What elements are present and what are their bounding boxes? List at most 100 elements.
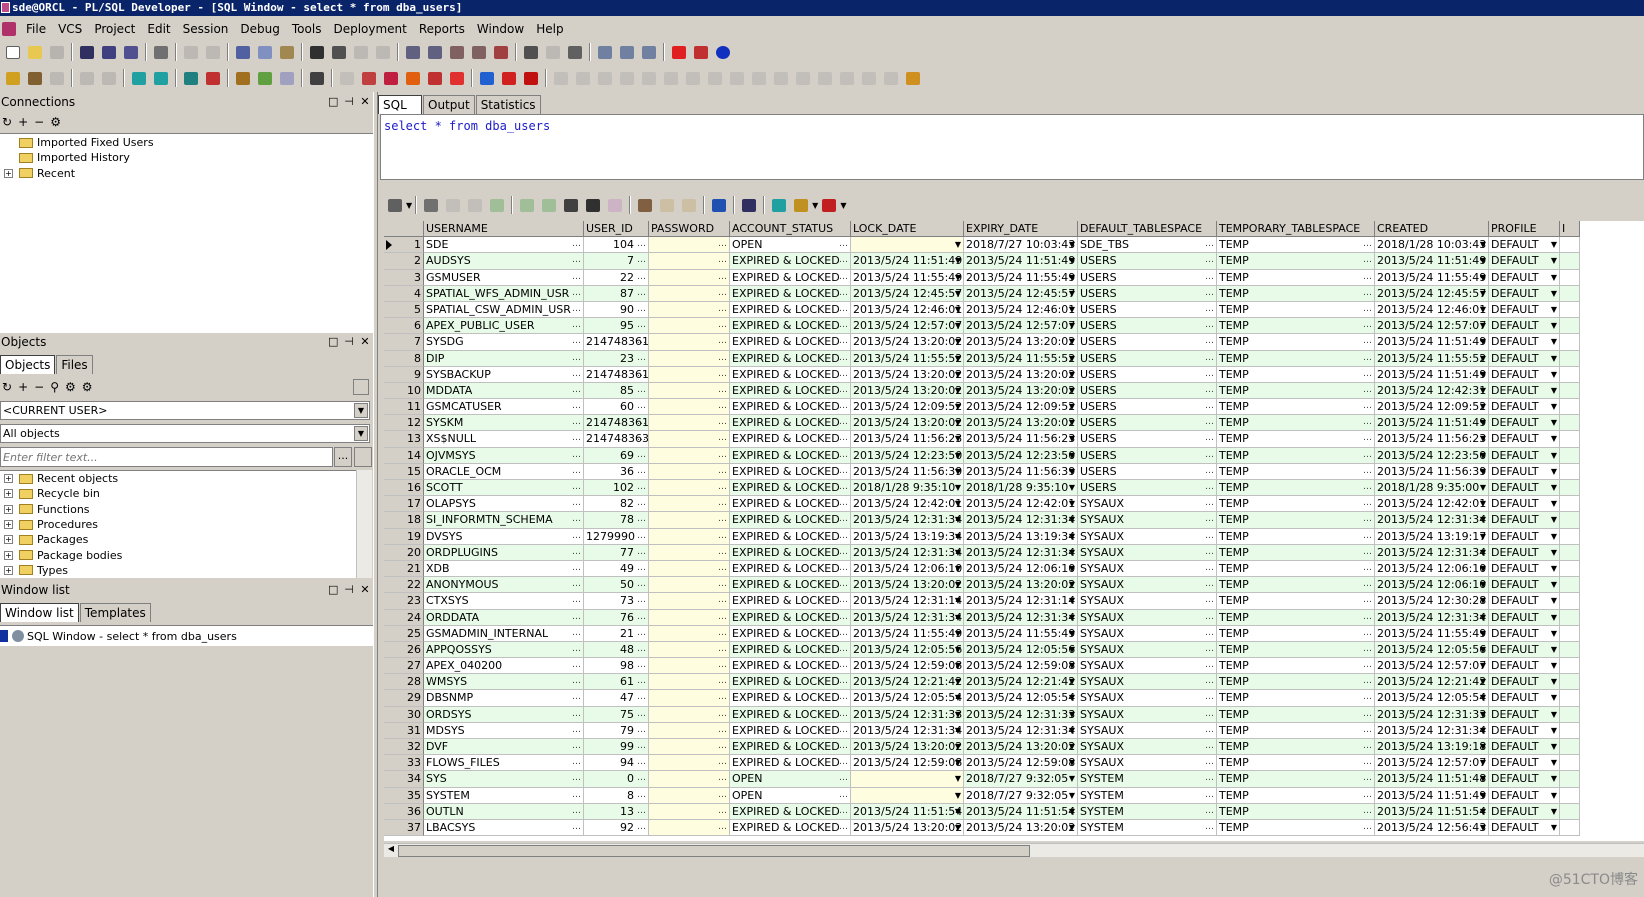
grid-cell-user-id[interactable]: 1279990… xyxy=(584,528,649,545)
cell-editor-button[interactable]: … xyxy=(572,464,581,479)
grid-cell-temporary-tablespace[interactable]: TEMP… xyxy=(1217,463,1375,480)
grid-cell-profile[interactable]: DEFAULT ▼ xyxy=(1489,593,1560,610)
grid-cell-profile[interactable]: DEFAULT ▼ xyxy=(1489,334,1560,351)
grid-cell-temporary-tablespace[interactable]: TEMP… xyxy=(1217,447,1375,464)
tree-item-functions[interactable]: + Functions xyxy=(0,502,356,517)
chevron-down-icon[interactable]: ▼ xyxy=(1551,788,1557,803)
cell-editor-button[interactable]: … xyxy=(1205,804,1214,819)
grid-cell-username[interactable]: OUTLN… xyxy=(424,803,584,820)
grid-cell-expiry-date[interactable]: 2013/5/24 13:20:02 ▼ xyxy=(964,382,1078,400)
grid-cell-password[interactable]: … xyxy=(649,285,730,302)
cell-editor-button[interactable]: … xyxy=(637,431,646,446)
row-number[interactable]: 31 xyxy=(384,722,424,739)
chevron-down-icon[interactable]: ▼ xyxy=(1480,367,1486,382)
format-icon[interactable] xyxy=(491,42,511,62)
table-row[interactable]: 6 APEX_PUBLIC_USER… 95…… EXPIRED & LOCKED… 2… xyxy=(384,318,1644,335)
chevron-down-icon[interactable]: ▼ xyxy=(1480,755,1486,770)
grid-cell-account-status[interactable]: EXPIRED & LOCKED… xyxy=(730,480,851,497)
grid-cell-username[interactable]: XS$NULL… xyxy=(424,431,584,448)
pin-icon[interactable]: ⊣ xyxy=(344,582,354,598)
grid-cell-profile[interactable]: DEFAULT ▼ xyxy=(1489,625,1560,642)
cell-editor-button[interactable]: … xyxy=(1363,771,1372,786)
cell-editor-button[interactable]: … xyxy=(718,804,727,819)
expand-icon[interactable]: + xyxy=(4,520,13,530)
cell-editor-button[interactable]: … xyxy=(1205,642,1214,657)
table-row[interactable]: 15 ORACLE_OCM… 36…… EXPIRED & LOCKED… 2013/5… xyxy=(384,463,1644,480)
grid-cell-username[interactable]: SYSTEM… xyxy=(424,787,584,804)
grid-cell-overflow[interactable] xyxy=(1560,399,1580,416)
print-icon[interactable] xyxy=(151,42,171,62)
grid-cell-overflow[interactable] xyxy=(1560,480,1580,497)
grid-cell-overflow[interactable] xyxy=(1560,739,1580,756)
grid-cell-default-tablespace[interactable]: USERS… xyxy=(1078,334,1217,351)
grid-cell-user-id[interactable]: 0… xyxy=(584,771,649,788)
tab-files[interactable]: Files xyxy=(56,355,93,374)
grid-cell-username[interactable]: CTXSYS… xyxy=(424,593,584,610)
cell-editor-button[interactable]: … xyxy=(839,545,848,560)
cell-editor-button[interactable]: … xyxy=(637,771,646,786)
sql-editor[interactable]: select * from dba_users xyxy=(380,114,1644,180)
grid-cell-username[interactable]: SYSKM… xyxy=(424,415,584,432)
grid-cell-overflow[interactable] xyxy=(1560,415,1580,432)
grid-cell-profile[interactable]: DEFAULT ▼ xyxy=(1489,641,1560,659)
cell-editor-button[interactable]: … xyxy=(572,723,581,738)
row-number[interactable]: 9 xyxy=(384,366,424,383)
chevron-down-icon[interactable]: ▼ xyxy=(1480,739,1486,754)
cell-editor-button[interactable]: … xyxy=(1205,658,1214,673)
chevron-down-icon[interactable]: ▼ xyxy=(1551,690,1557,705)
tree-item-packages[interactable]: + Packages xyxy=(0,532,356,547)
grid-cell-user-id[interactable]: 47… xyxy=(584,690,649,707)
grid-cell-expiry-date[interactable]: 2013/5/24 13:20:02 ▼ xyxy=(964,334,1078,351)
grid-cell-temporary-tablespace[interactable]: TEMP… xyxy=(1217,350,1375,367)
remove-icon[interactable]: − xyxy=(34,380,44,394)
row-number[interactable]: 25 xyxy=(384,625,424,642)
cell-editor-button[interactable]: … xyxy=(839,286,848,301)
info-icon[interactable] xyxy=(713,42,733,62)
cell-editor-button[interactable]: … xyxy=(1205,820,1214,835)
table-row[interactable]: 19 DVSYS… 1279990…… EXPIRED & LOCKED… 2013/5… xyxy=(384,528,1644,545)
grid-cell-expiry-date[interactable]: 2013/5/24 13:20:02 ▼ xyxy=(964,819,1078,837)
cell-editor-button[interactable]: … xyxy=(839,496,848,511)
chevron-down-icon[interactable]: ▼ xyxy=(1069,755,1075,770)
grid-cell-created[interactable]: 2013/5/24 12:57:07 ▼ xyxy=(1375,755,1489,772)
grid-cell-expiry-date[interactable]: 2013/5/24 11:55:49 ▼ xyxy=(964,625,1078,642)
row-number[interactable]: 35 xyxy=(384,787,424,804)
grid-cell-default-tablespace[interactable]: SYSTEM… xyxy=(1078,771,1217,788)
cell-editor-button[interactable]: … xyxy=(637,755,646,770)
chevron-down-icon[interactable]: ▼ xyxy=(1069,658,1075,673)
grid-cell-default-tablespace[interactable]: SYSAUX… xyxy=(1078,739,1217,756)
cell-editor-button[interactable]: … xyxy=(839,431,848,446)
chevron-down-icon[interactable]: ▼ xyxy=(1551,286,1557,301)
cell-editor-button[interactable]: … xyxy=(1363,626,1372,641)
chevron-down-icon[interactable]: ▼ xyxy=(1551,448,1557,463)
menu-session[interactable]: Session xyxy=(177,22,235,36)
grid-cell-overflow[interactable] xyxy=(1560,269,1580,286)
table-row[interactable]: 13 XS$NULL… 2147483638…… EXPIRED & LOCKED… 2… xyxy=(384,431,1644,448)
cell-editor-button[interactable]: … xyxy=(839,480,848,495)
grid-cell-username[interactable]: ORDSYS… xyxy=(424,706,584,723)
pdf-help-icon[interactable] xyxy=(691,42,711,62)
column-header-expiry-date[interactable]: EXPIRY_DATE xyxy=(964,221,1078,238)
grid-cell-account-status[interactable]: EXPIRED & LOCKED… xyxy=(730,658,851,675)
remove-icon[interactable]: − xyxy=(34,115,44,129)
grid-cell-account-status[interactable]: EXPIRED & LOCKED… xyxy=(730,463,851,480)
table-row[interactable]: 30 ORDSYS… 75…… EXPIRED & LOCKED… 2013/5/24 … xyxy=(384,706,1644,723)
grid-cell-created[interactable]: 2013/5/24 12:42:01 ▼ xyxy=(1375,496,1489,513)
chevron-down-icon[interactable]: ▼ xyxy=(955,561,961,576)
save-all-icon[interactable] xyxy=(121,42,141,62)
grid-cell-username[interactable]: SI_INFORMTN_SCHEMA… xyxy=(424,512,584,529)
grid-cell-lock-date[interactable]: 2013/5/24 12:06:10 ▼ xyxy=(851,560,964,578)
row-number[interactable]: 15 xyxy=(384,463,424,480)
grid-cell-expiry-date[interactable]: 2013/5/24 12:09:52 ▼ xyxy=(964,399,1078,416)
cell-editor-button[interactable]: … xyxy=(572,253,581,268)
cell-editor-button[interactable]: … xyxy=(839,318,848,333)
cell-editor-button[interactable]: … xyxy=(718,496,727,511)
grid-cell-account-status[interactable]: EXPIRED & LOCKED… xyxy=(730,577,851,594)
grid-cell-account-status[interactable]: EXPIRED & LOCKED… xyxy=(730,334,851,351)
debug-step-5-icon[interactable] xyxy=(639,68,659,88)
cell-editor-button[interactable]: … xyxy=(1363,496,1372,511)
grid-cell-expiry-date[interactable]: 2013/5/24 12:31:14 ▼ xyxy=(964,593,1078,610)
grid-cell-username[interactable]: ANONYMOUS… xyxy=(424,577,584,594)
export-table-icon[interactable] xyxy=(819,195,839,215)
chevron-down-icon[interactable]: ▼ xyxy=(1551,318,1557,333)
